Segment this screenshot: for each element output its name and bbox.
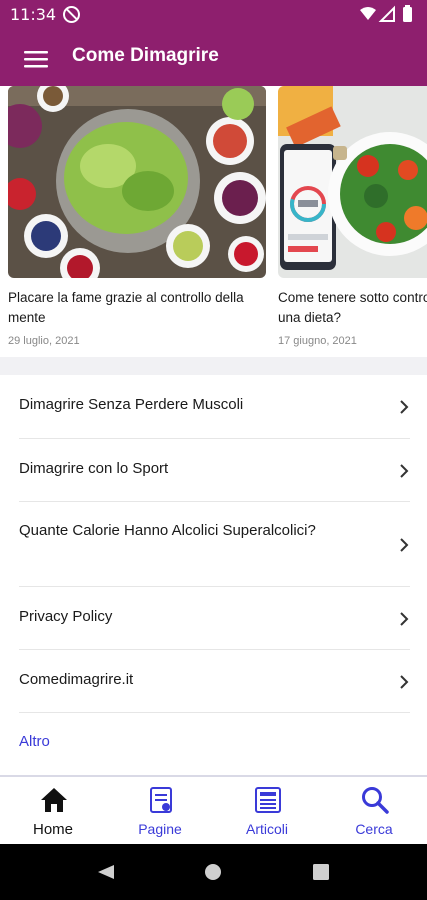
chevron-right-icon bbox=[400, 612, 409, 626]
home-button-icon[interactable] bbox=[205, 864, 221, 880]
menu-item-label: Dimagrire Senza Perdere Muscoli bbox=[19, 396, 244, 413]
system-navigation-bar bbox=[0, 844, 427, 900]
home-icon bbox=[41, 788, 67, 812]
signal-icon bbox=[378, 5, 395, 22]
do-not-disturb-icon bbox=[63, 6, 80, 23]
tab-label: Pagine bbox=[138, 821, 182, 837]
menu-item-dimagrire-con-lo-sport[interactable]: Dimagrire con lo Sport bbox=[19, 439, 410, 502]
article-title: Placare la fame grazie al controllo dell… bbox=[8, 290, 244, 325]
tab-articles[interactable]: Articoli bbox=[214, 777, 320, 846]
menu-item-label: Privacy Policy bbox=[19, 608, 113, 625]
article-title: Come tenere sotto controllo le calorie i… bbox=[278, 290, 427, 325]
wifi-icon bbox=[360, 7, 376, 20]
tab-label: Home bbox=[32, 821, 73, 838]
menu-item-privacy-policy[interactable]: Privacy Policy bbox=[19, 587, 410, 650]
search-icon bbox=[362, 787, 389, 814]
chevron-right-icon bbox=[400, 675, 409, 689]
chevron-right-icon bbox=[400, 464, 409, 478]
bottom-navigation: Home Pagine Articoli Cerca bbox=[0, 775, 427, 844]
pages-icon bbox=[150, 787, 172, 813]
menu-item-label: Comedimagrire.it bbox=[19, 671, 134, 688]
status-time: 11:34 bbox=[10, 5, 57, 24]
status-bar: 11:34 bbox=[0, 0, 427, 30]
menu-item-calorie-alcolici[interactable]: Quante Calorie Hanno Alcolici Superalcol… bbox=[19, 502, 410, 587]
article-date: 17 giugno, 2021 bbox=[278, 335, 357, 347]
menu-item-label: Quante Calorie Hanno Alcolici Superalcol… bbox=[19, 522, 316, 539]
article-image-salad bbox=[8, 86, 266, 278]
system-status-icons bbox=[360, 5, 412, 22]
more-link[interactable]: Altro bbox=[19, 733, 50, 750]
article-date: 29 luglio, 2021 bbox=[8, 335, 80, 347]
battery-icon bbox=[403, 7, 412, 22]
tab-pages[interactable]: Pagine bbox=[107, 777, 213, 846]
menu-item-dimagrire-senza-perdere-muscoli[interactable]: Dimagrire Senza Perdere Muscoli bbox=[19, 375, 410, 439]
menu-list: Dimagrire Senza Perdere Muscoli Dimagrir… bbox=[0, 375, 427, 775]
recents-button-icon[interactable] bbox=[313, 864, 329, 880]
article-card[interactable]: Come tenere sotto controllo le calorie i… bbox=[278, 86, 427, 357]
back-button-icon[interactable] bbox=[98, 865, 114, 879]
articles-icon bbox=[255, 787, 281, 813]
article-carousel[interactable]: Placare la fame grazie al controllo dell… bbox=[0, 86, 427, 357]
menu-item-label: Dimagrire con lo Sport bbox=[19, 460, 169, 477]
hamburger-menu-icon[interactable] bbox=[16, 44, 56, 74]
chevron-right-icon bbox=[400, 400, 409, 414]
chevron-right-icon bbox=[400, 538, 409, 552]
tab-search[interactable]: Cerca bbox=[321, 777, 427, 846]
app-bar: Come Dimagrire bbox=[0, 30, 427, 86]
article-card[interactable]: Placare la fame grazie al controllo dell… bbox=[8, 86, 266, 357]
menu-item-comedimagrire-it[interactable]: Comedimagrire.it bbox=[19, 650, 410, 713]
tab-home[interactable]: Home bbox=[0, 777, 106, 846]
article-image-calorie-app bbox=[278, 86, 427, 278]
app-title: Come Dimagrire bbox=[72, 45, 219, 66]
tab-label: Cerca bbox=[355, 821, 393, 837]
tab-label: Articoli bbox=[245, 821, 288, 837]
